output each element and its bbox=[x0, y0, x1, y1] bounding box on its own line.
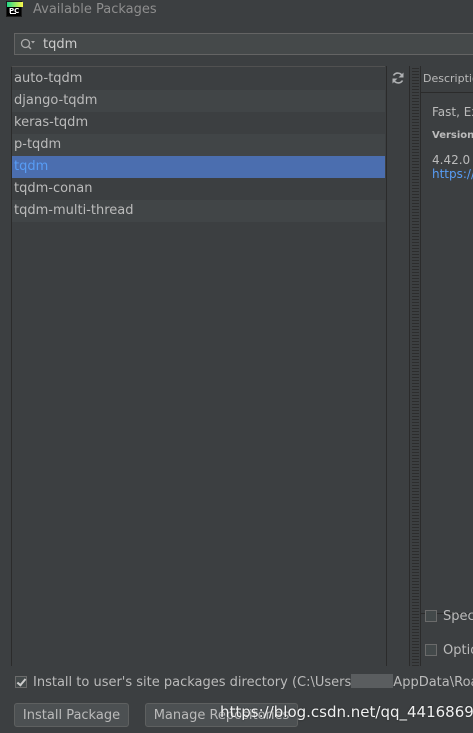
redacted-username bbox=[351, 674, 394, 688]
package-item-keras-tqdm[interactable]: keras-tqdm bbox=[12, 112, 385, 134]
version-value: 4.42.0 bbox=[432, 153, 471, 167]
refresh-icon[interactable] bbox=[391, 71, 405, 85]
description-panel: Description Fast, Ex Version 4.42.0 http… bbox=[420, 66, 473, 666]
options-option[interactable]: Optio bbox=[425, 643, 473, 659]
pycharm-app-icon: PC bbox=[6, 1, 23, 17]
install-to-user-option[interactable]: Install to user's site packages director… bbox=[15, 674, 473, 690]
list-toolbar bbox=[386, 66, 410, 666]
package-item-tqdm[interactable]: tqdm bbox=[12, 156, 385, 178]
install-to-user-label-suffix: AppData\Roaming bbox=[393, 675, 473, 690]
specify-version-option[interactable]: Spec bbox=[425, 609, 473, 625]
package-item-tqdm-multi-thread[interactable]: tqdm-multi-thread bbox=[12, 200, 385, 222]
package-list[interactable]: auto-tqdm django-tqdm keras-tqdm p-tqdm … bbox=[11, 66, 385, 666]
install-to-user-checkbox[interactable] bbox=[15, 676, 27, 688]
search-field[interactable] bbox=[14, 33, 473, 55]
specify-version-checkbox[interactable] bbox=[425, 610, 437, 622]
package-item-tqdm-conan[interactable]: tqdm-conan bbox=[12, 178, 385, 200]
package-item-p-tqdm[interactable]: p-tqdm bbox=[12, 134, 385, 156]
description-summary: Fast, Ex bbox=[432, 105, 473, 119]
homepage-link[interactable]: https://g bbox=[432, 167, 473, 181]
package-item-django-tqdm[interactable]: django-tqdm bbox=[12, 90, 385, 112]
panel-splitter[interactable] bbox=[412, 66, 419, 666]
options-label: Optio bbox=[443, 643, 473, 658]
window-title: Available Packages bbox=[33, 2, 157, 17]
description-body: Fast, Ex Version 4.42.0 https://g bbox=[421, 93, 473, 614]
available-packages-window: PC Available Packages auto-tqdm django-t… bbox=[0, 0, 473, 733]
install-package-button[interactable]: Install Package bbox=[14, 703, 129, 727]
search-input[interactable] bbox=[43, 35, 443, 53]
version-label: Version bbox=[432, 130, 473, 141]
watermark-text: https://blog.csdn.net/qq_44168690 bbox=[220, 703, 473, 721]
install-to-user-label-prefix: Install to user's site packages director… bbox=[33, 675, 352, 690]
search-icon bbox=[20, 38, 35, 50]
package-item-auto-tqdm[interactable]: auto-tqdm bbox=[12, 68, 385, 90]
title-bar: PC Available Packages bbox=[0, 0, 473, 22]
specify-version-label: Spec bbox=[443, 609, 473, 624]
description-header: Description bbox=[421, 66, 473, 93]
options-checkbox[interactable] bbox=[425, 644, 437, 656]
